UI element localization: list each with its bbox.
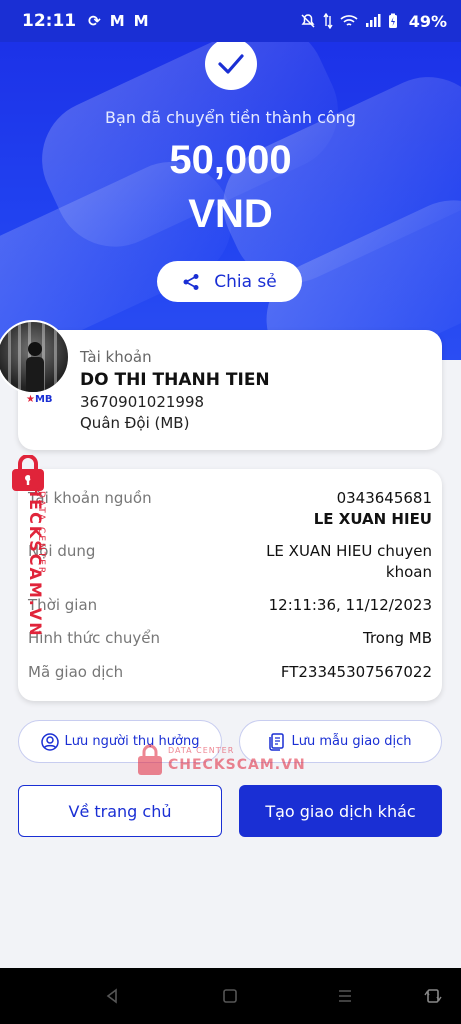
checkmark-icon: [218, 54, 244, 74]
detail-value: Trong MB: [362, 629, 432, 647]
rotate-icon[interactable]: [424, 986, 442, 1006]
sync-icon: ⟳: [88, 12, 101, 30]
watermark-subtext: DATA CENTER: [168, 746, 235, 755]
detail-row-time: Thời gian 12:11:36, 11/12/2023: [28, 596, 432, 616]
system-nav-bar: [0, 968, 461, 1024]
watermark-subtext: DATA CENTER: [36, 491, 46, 576]
home-icon[interactable]: [222, 988, 238, 1004]
wifi-icon: [340, 15, 358, 26]
recents-icon[interactable]: [337, 988, 353, 1004]
battery-icon: [388, 13, 397, 28]
back-icon[interactable]: [104, 988, 120, 1004]
bank-logo: ★MB: [26, 394, 53, 405]
share-label: Chia sẻ: [214, 271, 277, 292]
success-message: Bạn đã chuyển tiền thành công: [105, 108, 356, 127]
mute-icon: [301, 14, 315, 28]
share-button[interactable]: Chia sẻ: [157, 261, 302, 302]
center-watermark: DATA CENTER CHECKSCAM.VN: [136, 744, 305, 778]
transfer-amount: 50,000: [169, 138, 292, 182]
recipient-bank: Quân Đội (MB): [80, 414, 190, 432]
detail-row-content: Nội dung LE XUAN HIEU chuyen khoan: [28, 542, 432, 584]
transaction-details-card: Tài khoản nguồn 0343645681 LE XUAN HIEU …: [18, 469, 442, 701]
system-icons: 49%: [300, 12, 447, 31]
notification-icons: ⟳ M M: [88, 12, 148, 30]
recipient-card: Tài khoản DO THI THANH TIEN 367090102199…: [18, 330, 442, 450]
detail-value-name: LE XUAN HIEU: [313, 510, 432, 528]
recipient-label: Tài khoản: [80, 348, 152, 366]
detail-value: FT23345307567022: [280, 663, 432, 681]
home-button[interactable]: Về trang chủ: [18, 785, 222, 837]
detail-row-method: Hình thức chuyển Trong MB: [28, 629, 432, 649]
transfer-currency: VND: [188, 192, 273, 236]
recipient-account: 3670901021998: [80, 393, 205, 411]
mail-icon: M: [109, 12, 125, 30]
status-time: 12:11: [22, 11, 77, 31]
detail-value-line2: khoan: [385, 563, 432, 581]
battery-percent: 49%: [408, 11, 447, 31]
user-circle-icon: [40, 732, 59, 751]
watermark-text: CHECKSCAM.VN: [168, 757, 306, 773]
mail-icon-2: M: [133, 12, 149, 30]
detail-value: 12:11:36, 11/12/2023: [268, 596, 432, 614]
detail-row-source: Tài khoản nguồn 0343645681 LE XUAN HIEU: [28, 489, 432, 529]
share-icon: [183, 273, 199, 290]
lock-icon: [138, 744, 162, 775]
detail-row-transaction-id: Mã giao dịch FT23345307567022: [28, 663, 432, 683]
data-arrows-icon: [323, 13, 333, 29]
recipient-name: DO THI THANH TIEN: [80, 370, 270, 390]
success-check: [205, 38, 257, 90]
detail-value: LE XUAN HIEU chuyen: [266, 542, 432, 560]
new-transaction-button[interactable]: Tạo giao dịch khác: [239, 785, 442, 837]
detail-value: 0343645681: [336, 489, 432, 507]
save-template-label: Lưu mẫu giao dịch: [291, 734, 412, 749]
side-watermark: CHECKSCAM.VN DATA CENTER: [6, 455, 50, 655]
signal-icon: [365, 14, 381, 27]
status-bar: 12:11 ⟳ M M 49%: [0, 0, 461, 42]
